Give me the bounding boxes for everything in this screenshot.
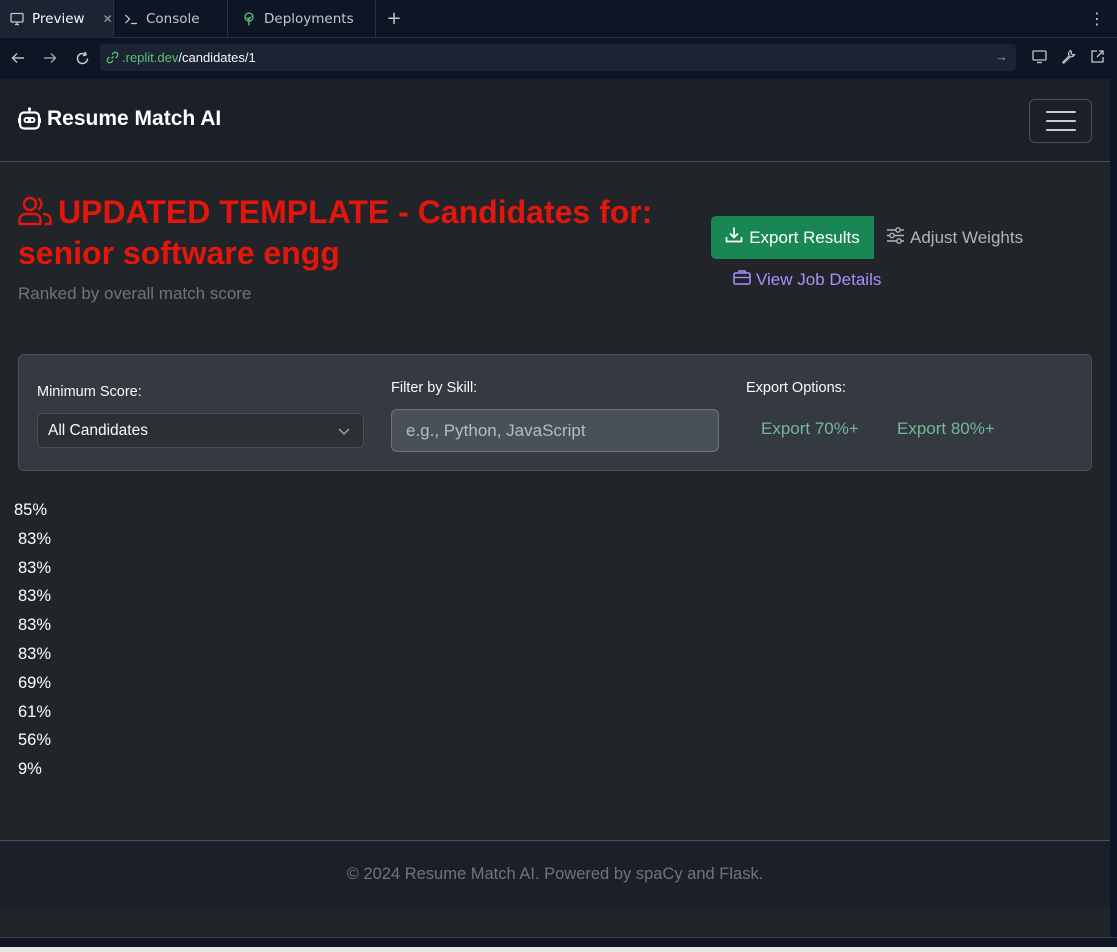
page-footer: © 2024 Resume Match AI. Powered by spaCy… <box>0 840 1110 907</box>
sliders-icon <box>886 226 905 249</box>
filter-card: Minimum Score: All Candidates Filter by … <box>18 354 1092 471</box>
adjust-weights-label: Adjust Weights <box>910 227 1024 247</box>
view-job-details-label: View Job Details <box>756 269 882 289</box>
go-arrow-icon[interactable]: → <box>995 49 1008 64</box>
export-options-label: Export Options: <box>746 380 846 396</box>
export-results-label: Export Results <box>749 227 860 247</box>
people-icon <box>18 195 54 226</box>
candidate-score: 85% <box>14 501 48 519</box>
terminal-icon <box>124 12 138 26</box>
adjust-weights-button[interactable]: Adjust Weights <box>874 216 1044 259</box>
hamburger-line <box>1045 111 1076 113</box>
tab-preview[interactable]: Preview ✕ <box>0 0 114 38</box>
brand-link[interactable]: Resume Match AI <box>18 107 221 131</box>
brand-name: Resume Match AI <box>47 107 222 130</box>
candidate-score: 61% <box>18 703 52 721</box>
back-icon[interactable] <box>2 42 34 74</box>
chevron-down-icon <box>337 424 351 438</box>
min-score-value: All Candidates <box>48 421 148 439</box>
briefcase-icon <box>733 269 751 290</box>
export-80-link[interactable]: Export 80%+ <box>897 419 995 439</box>
open-new-window-icon[interactable] <box>1089 48 1105 64</box>
more-options-icon[interactable]: ⋮ <box>1089 9 1105 28</box>
hamburger-line <box>1045 120 1076 122</box>
new-tab-button[interactable]: + <box>376 0 412 37</box>
devtools-monitor-icon[interactable] <box>1031 48 1047 64</box>
footer-text: © 2024 Resume Match AI. Powered by spaCy… <box>346 864 764 883</box>
tab-label: Preview <box>32 11 85 27</box>
skill-filter-label: Filter by Skill: <box>391 380 478 396</box>
close-tab-icon[interactable]: ✕ <box>103 12 113 26</box>
viewport-scrollbar[interactable] <box>1110 79 1117 937</box>
preview-url-bar: .replit.dev/candidates/1 → <box>0 38 1117 78</box>
tab-console[interactable]: Console <box>114 0 228 38</box>
candidate-score: 83% <box>18 559 52 577</box>
navbar-toggle-button[interactable] <box>1029 99 1092 143</box>
workspace-tab-bar: Preview ✕ Console Deployments + ⋮ <box>0 0 1117 38</box>
tab-label: Console <box>146 11 200 27</box>
app-navbar: Resume Match AI <box>0 79 1110 162</box>
monitor-icon <box>10 12 24 26</box>
page-title: UPDATED TEMPLATE - Candidates for: senio… <box>18 192 678 274</box>
skill-filter-input[interactable] <box>391 409 719 452</box>
candidate-score: 83% <box>18 616 52 634</box>
url-path: /candidates/1 <box>178 50 256 65</box>
candidate-score: 83% <box>18 530 52 548</box>
export-results-button[interactable]: Export Results <box>711 216 874 259</box>
page-title-text: UPDATED TEMPLATE - Candidates for: senio… <box>18 194 653 271</box>
candidate-score: 56% <box>18 731 52 749</box>
url-input[interactable]: .replit.dev/candidates/1 → <box>100 44 1016 71</box>
wrench-icon[interactable] <box>1060 48 1076 64</box>
robot-icon <box>18 107 41 131</box>
candidate-score: 83% <box>18 645 52 663</box>
download-icon <box>725 226 743 249</box>
export-70-link[interactable]: Export 70%+ <box>761 419 859 439</box>
deployments-icon <box>242 12 256 26</box>
tab-deployments[interactable]: Deployments <box>228 0 376 38</box>
candidate-score: 69% <box>18 674 52 692</box>
min-score-label: Minimum Score: <box>37 384 142 400</box>
url-host: .replit.dev <box>122 50 179 65</box>
hamburger-line <box>1045 129 1076 131</box>
candidate-score: 9% <box>18 760 42 778</box>
reload-icon[interactable] <box>66 42 98 74</box>
window-bottom-edge <box>0 937 1117 952</box>
view-job-details-link[interactable]: View Job Details <box>733 269 881 290</box>
candidate-score: 83% <box>18 587 52 605</box>
page-subtitle: Ranked by overall match score <box>18 284 252 303</box>
min-score-select[interactable]: All Candidates <box>37 413 364 448</box>
link-icon <box>106 51 119 64</box>
forward-icon[interactable] <box>34 42 66 74</box>
app-viewport: Resume Match AI UPDATED TEMPLATE - Candi… <box>0 79 1110 937</box>
tab-label: Deployments <box>264 11 354 27</box>
